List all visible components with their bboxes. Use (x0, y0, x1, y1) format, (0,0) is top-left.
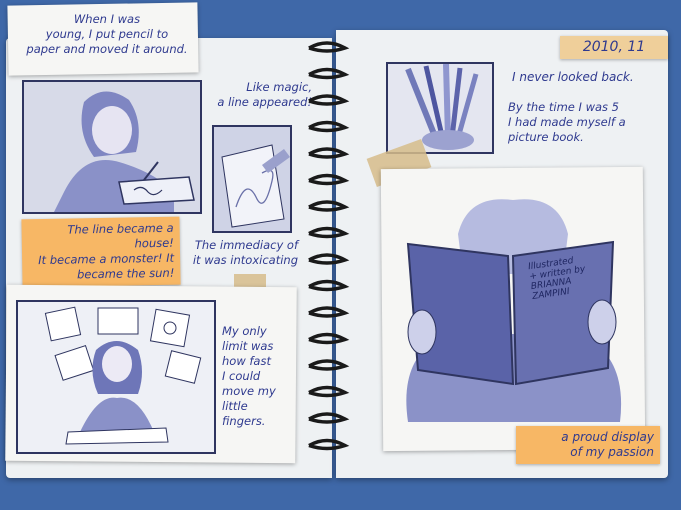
spiral-ring (308, 67, 350, 80)
hand-drawing-panel (212, 125, 292, 233)
proud-display-note: a proud display of my passion (516, 426, 660, 464)
immediacy-text: The immediacy of it was intoxicating (192, 238, 298, 267)
by-five-text: By the time I was 5 I had made myself a … (508, 100, 626, 144)
brushes-panel (386, 62, 494, 154)
spiral-ring (308, 359, 350, 371)
girl-sketching-illustration (18, 302, 214, 452)
girl-drawing-illustration (24, 82, 200, 212)
spiral-ring (308, 279, 350, 292)
spiral-ring (308, 226, 350, 239)
magic-text: Like magic, a line appeared! (217, 80, 312, 109)
spiral-ring (308, 173, 350, 186)
brushes-illustration (388, 64, 492, 152)
intro-text: When I was young, I put pencil to paper … (26, 12, 188, 56)
spiral-ring (308, 332, 350, 345)
date-note: 2010, 11 (560, 36, 668, 59)
spiral-ring (308, 438, 350, 451)
spiral-ring (308, 94, 350, 106)
hand-line-illustration (214, 127, 290, 231)
spiral-ring (308, 253, 350, 265)
spiral-binding (308, 41, 350, 451)
spiral-ring (308, 41, 350, 53)
spiral-ring (308, 200, 350, 212)
girl-sketching-panel (16, 300, 216, 454)
scrapbook-spread: When I was young, I put pencil to paper … (0, 0, 681, 510)
spiral-ring (308, 412, 350, 424)
spiral-ring (308, 120, 350, 133)
never-looked-back-text: I never looked back. (512, 70, 634, 84)
spiral-ring (308, 147, 350, 159)
girl-drawing-panel (22, 80, 202, 214)
book-cover-text: Illustrated + written by BRIANNA ZAMPINI (527, 256, 586, 302)
spiral-ring (308, 385, 350, 398)
spiral-ring (308, 306, 350, 318)
line-became-note: The line became a house! It became a mon… (21, 216, 181, 288)
limit-text: My only limit was how fast I could move … (222, 324, 276, 428)
reader-illustration (406, 199, 622, 422)
